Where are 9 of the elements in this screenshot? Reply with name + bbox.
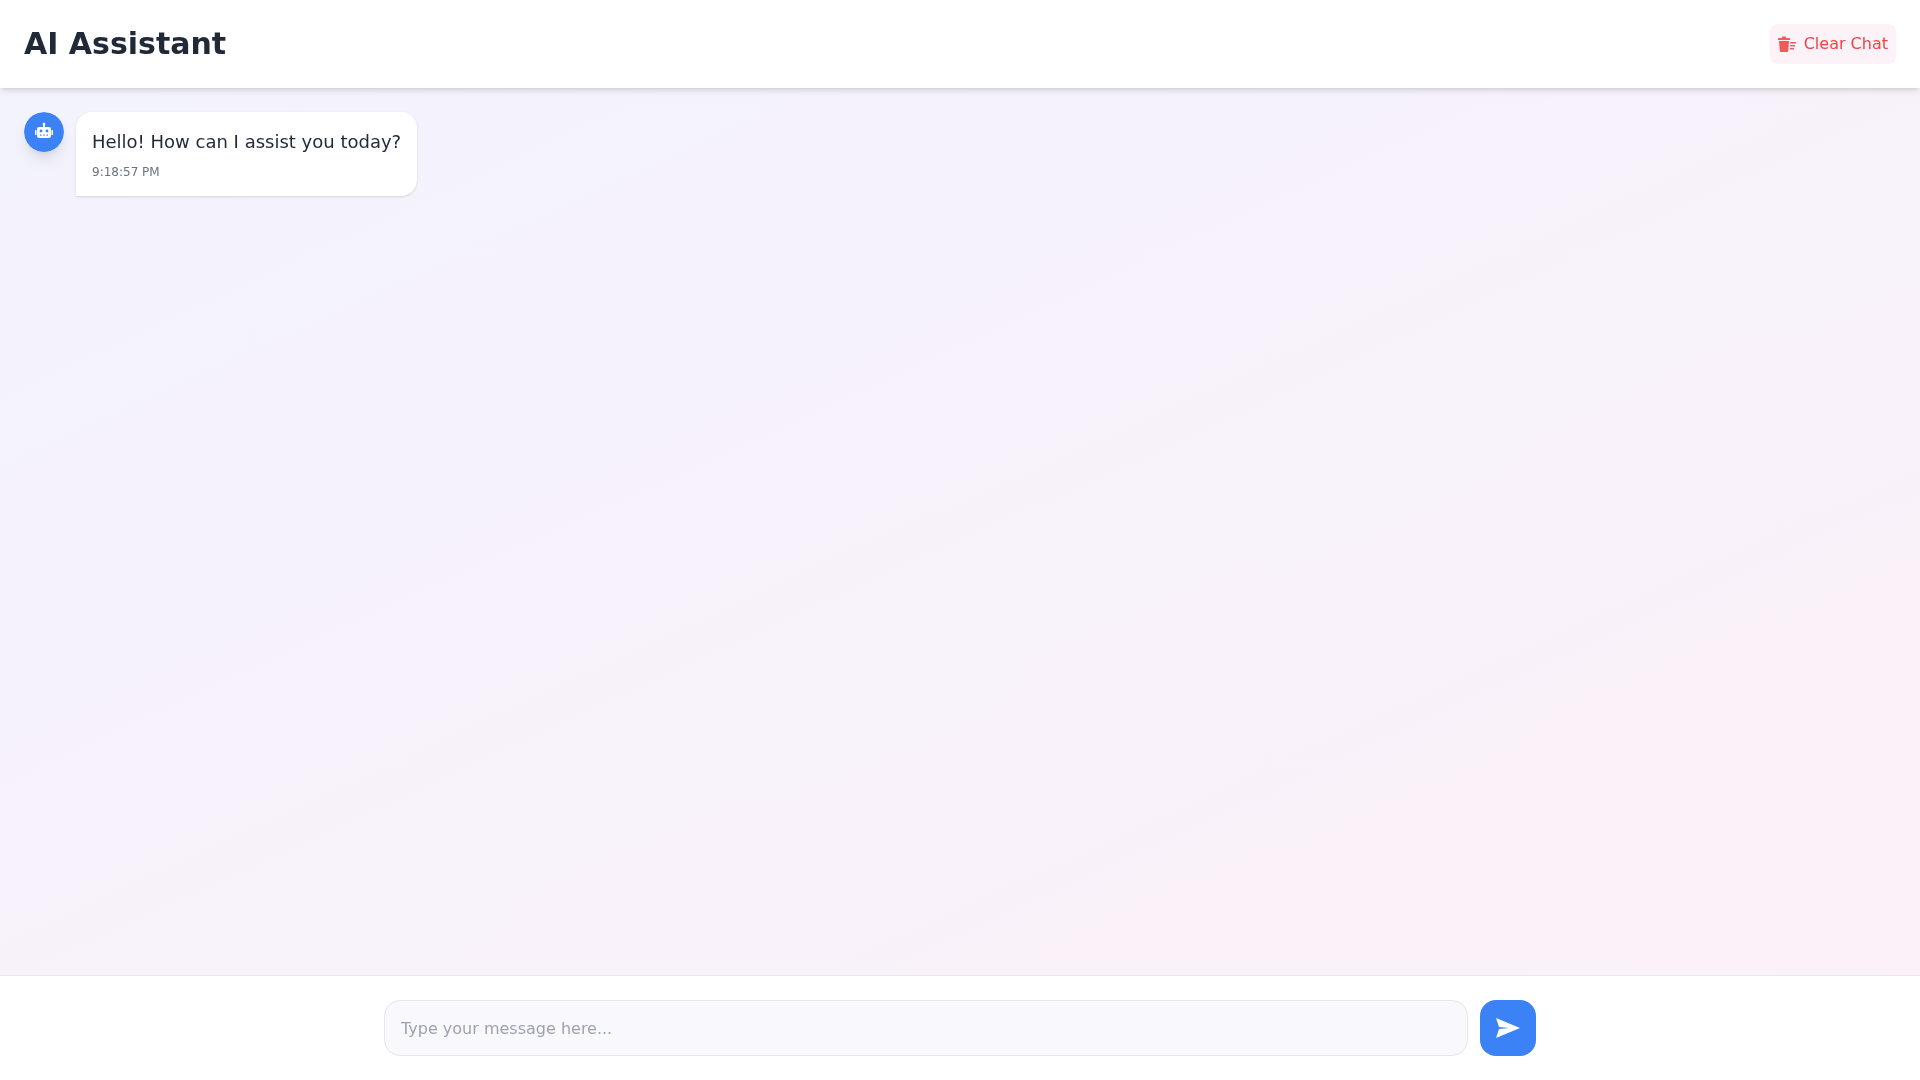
send-icon [1496,1018,1520,1038]
send-button[interactable] [1480,1000,1536,1056]
robot-avatar-icon [24,112,64,152]
clear-chat-button[interactable]: Clear Chat [1769,24,1896,64]
app-title: AI Assistant [24,26,227,62]
message-text: Hello! How can I assist you today? [92,130,402,154]
message-input[interactable]: Type your message here... [384,1000,1468,1056]
trash-icon [1777,36,1796,52]
message-time: 9:18:57 PM [92,164,161,180]
